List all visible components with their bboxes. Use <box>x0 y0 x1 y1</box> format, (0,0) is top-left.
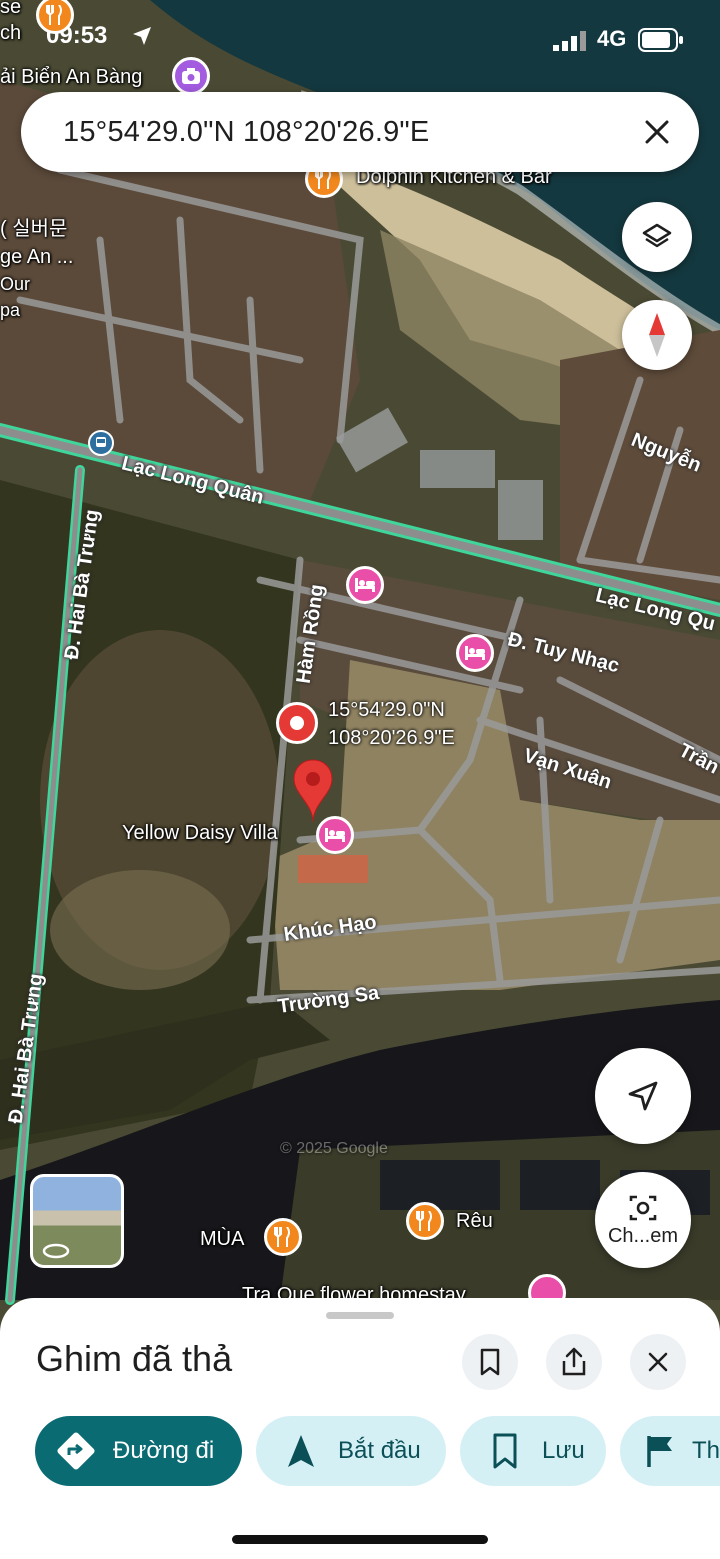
close-icon <box>648 1352 668 1372</box>
bookmark-icon <box>484 1430 526 1472</box>
street-view-thumbnail[interactable] <box>30 1174 124 1268</box>
save-button[interactable]: Lưu <box>460 1416 606 1486</box>
label-ch: ch <box>0 22 22 44</box>
battery-icon <box>638 28 684 59</box>
label-mua: MÙA <box>200 1228 245 1250</box>
flag-icon <box>644 1430 676 1472</box>
start-button[interactable]: Bắt đầu <box>256 1416 446 1486</box>
my-location-button[interactable] <box>595 1048 691 1144</box>
bus-stop-icon[interactable] <box>88 430 114 456</box>
lens-label: Ch...em <box>607 1224 679 1247</box>
home-indicator[interactable] <box>232 1535 488 1544</box>
label-sch-top: se <box>0 0 22 18</box>
compass-button[interactable] <box>622 300 692 370</box>
label-beach: ải Biển An Bàng <box>0 66 143 88</box>
bookmark-icon <box>480 1348 500 1376</box>
network-type: 4G <box>597 26 627 51</box>
restaurant-poi-icon[interactable] <box>406 1202 444 1240</box>
signal-icon <box>553 30 589 58</box>
pin-lat: 15°54'29.0"N <box>328 699 445 721</box>
location-arrow-icon <box>130 24 154 55</box>
search-query[interactable]: 15°54'29.0"N 108°20'26.9"E <box>63 116 637 149</box>
layers-icon <box>642 223 672 248</box>
save-label: Lưu <box>542 1437 585 1464</box>
flag-label: Th <box>691 1437 720 1464</box>
camera-poi-icon[interactable] <box>172 57 210 95</box>
label-pa: pa <box>0 300 21 320</box>
street-view-rotate-icon <box>42 1243 70 1259</box>
directions-label: Đường đi <box>113 1437 215 1464</box>
search-bar[interactable]: 15°54'29.0"N 108°20'26.9"E <box>21 92 699 172</box>
compass-icon <box>649 313 665 357</box>
place-title: Ghim đã thả <box>36 1338 233 1379</box>
pin-lng: 108°20'26.9"E <box>328 727 455 749</box>
label-our: Our <box>0 274 31 294</box>
dropped-pin-icon[interactable] <box>292 758 334 829</box>
place-bottom-sheet[interactable]: Ghim đã thả Đường đi Bắt đầu Lưu Th <box>0 1298 720 1559</box>
start-label: Bắt đầu <box>338 1437 421 1464</box>
close-icon[interactable] <box>637 112 677 152</box>
flag-button[interactable]: Th <box>620 1416 720 1486</box>
pin-marker-icon[interactable] <box>276 702 318 744</box>
share-icon <box>562 1347 586 1376</box>
directions-button[interactable]: Đường đi <box>35 1416 242 1486</box>
label-village: ge An ... <box>0 246 74 268</box>
navigation-icon <box>280 1430 322 1472</box>
restaurant-poi-icon[interactable] <box>264 1218 302 1256</box>
label-korean: ( 실버문 <box>0 218 68 240</box>
layers-button[interactable] <box>622 202 692 272</box>
hotel-poi-icon[interactable] <box>456 634 494 672</box>
hotel-poi-icon[interactable] <box>346 566 384 604</box>
share-button[interactable] <box>546 1334 602 1390</box>
directions-icon <box>55 1430 97 1472</box>
sheet-drag-handle[interactable] <box>326 1312 394 1319</box>
lens-button[interactable]: Ch...em <box>595 1172 691 1268</box>
close-sheet-button[interactable] <box>630 1334 686 1390</box>
label-reu: Rêu <box>456 1210 493 1232</box>
label-yellow-daisy: Yellow Daisy Villa <box>122 822 278 844</box>
pin-coords: 15°54'29.0"N 108°20'26.9"E <box>328 696 455 752</box>
camera-search-icon <box>629 1195 657 1220</box>
bookmark-button[interactable] <box>462 1334 518 1390</box>
navigation-arrow-icon <box>628 1081 658 1111</box>
map-watermark: © 2025 Google <box>280 1140 388 1157</box>
